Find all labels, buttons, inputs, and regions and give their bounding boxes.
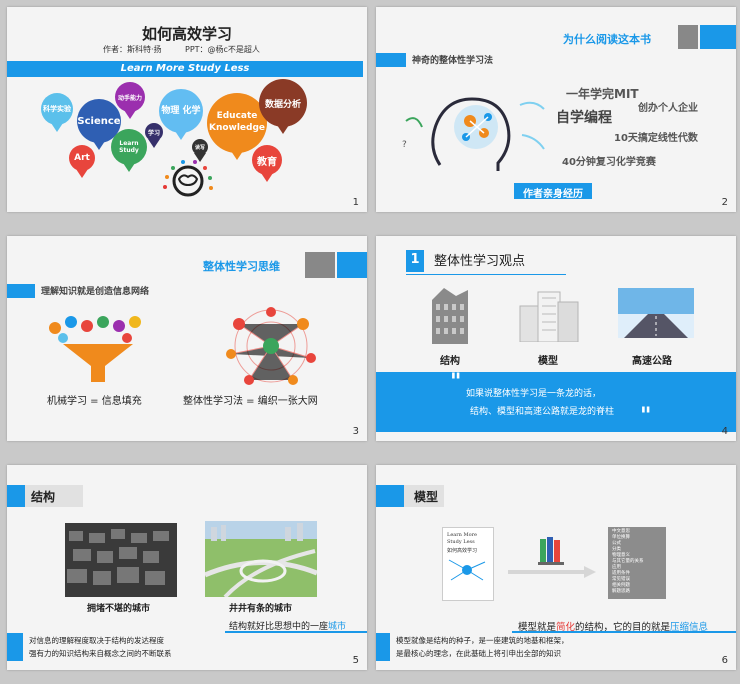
item-structure: 结构: [440, 356, 460, 367]
slide-number: 5: [352, 655, 359, 666]
banner-text: Learn More Study Less: [120, 63, 250, 74]
head-gears-illustration: ?: [402, 97, 545, 171]
slide-title: 结构: [31, 490, 56, 504]
title-accent-blue: [700, 25, 736, 49]
phrase-mit: 一年学完MIT: [566, 87, 639, 101]
bubble-educate: Educate Knowledge: [207, 93, 267, 160]
right-caption: 整体性学习法 = 编织一张大网: [183, 396, 318, 407]
funnel-icon: [49, 316, 141, 382]
bubble-physics-chemistry: 物理 化学: [159, 89, 203, 140]
quote-line-2: 结构、模型和高速公路就是龙的脊柱: [470, 407, 615, 417]
bubble-education: 教育: [252, 145, 282, 182]
book-cn-title: 如何高效学习: [447, 548, 478, 554]
slide-3[interactable]: 整体性学习思维 理解知识就是创造信息网络 机械学习 = 信息填充 整体性学习法 …: [7, 236, 367, 441]
body-marker: [376, 633, 390, 661]
right-caption: 井井有条的城市: [229, 604, 293, 614]
note-underline: [225, 631, 367, 633]
quote-open-mark: ": [450, 370, 462, 395]
arrow-right-icon: [508, 566, 596, 578]
footer-text: 作者亲身经历: [523, 189, 583, 200]
highway-icon: [618, 288, 694, 338]
model-icon: [519, 291, 579, 342]
bubble-art: Art: [69, 145, 95, 178]
bubble-data-analysis: 数据分析: [259, 79, 307, 134]
book-cover-art: [448, 559, 486, 581]
phrase-chemistry: 40分钟复习化学竞赛: [562, 157, 656, 168]
slide-title: 整体性学习思维: [203, 260, 280, 273]
slide-number: 3: [352, 426, 359, 437]
slide-number: 1: [352, 197, 359, 208]
body-line-2: 是最核心的理念，在此基础上将引申出全部的知识: [396, 649, 561, 658]
slide-number: 4: [721, 426, 728, 437]
slide-4[interactable]: 1 整体性学习观点 结构 模型 高速公路 " 如果说整体性学习是一条龙的话， 结…: [376, 236, 736, 441]
slide-1[interactable]: 如何高效学习 作者：斯科特·扬 PPT：@杨c不是超人 Learn More S…: [7, 7, 367, 212]
ppt-credit: PPT：@杨c不是超人: [185, 45, 260, 54]
body-line-1: 模型就像是结构的种子，是一座建筑的地基和框架，: [396, 636, 569, 645]
title-underline: [406, 274, 566, 275]
book-title: Learn More Study Less: [447, 532, 477, 545]
books-stack-icon: [538, 537, 564, 565]
slide-number: 6: [721, 655, 728, 666]
list-item: 解题思路: [612, 589, 630, 594]
body-line-1: 对信息的理解程度取决于结构的发达程度: [29, 636, 164, 645]
subtitle-marker: [376, 53, 406, 67]
item-highway: 高速公路: [632, 356, 672, 367]
model-list-box: 中文意思 单位换算 公式 分类 物理意义 与其它量的关系 应用 适用条件 常见错…: [608, 527, 666, 599]
network-icon: [226, 307, 316, 385]
slide-title: 模型: [414, 490, 439, 504]
slide-title: 整体性学习观点: [434, 254, 526, 269]
bubble-read-write: 读写: [192, 139, 208, 162]
slide-6[interactable]: 模型 Learn More Study Less 如何高效学习 中文意思 单位换…: [376, 465, 736, 670]
slide-title: 为什么阅读这本书: [563, 33, 651, 46]
title-marker: [376, 485, 404, 507]
left-caption: 拥堵不堪的城市: [87, 604, 151, 614]
title-marker: [7, 485, 25, 507]
caption-underline: [512, 631, 736, 633]
phrase-programming: 自学编程: [556, 110, 612, 126]
slide-subtitle: 理解知识就是创造信息网络: [41, 287, 150, 297]
item-model: 模型: [538, 356, 558, 367]
body-marker: [7, 633, 23, 661]
building-icon: [432, 288, 468, 344]
bubble-study: 学习: [145, 123, 163, 148]
bubble-science-experiment: 科学实验: [41, 93, 73, 132]
quote-close-mark: ": [640, 404, 652, 429]
index-number: 1: [410, 252, 420, 267]
left-caption: 机械学习 = 信息填充: [47, 396, 142, 407]
phrase-linear-algebra: 10天搞定线性代数: [614, 133, 698, 144]
subtitle-marker: [7, 284, 35, 298]
title-accent: [305, 252, 335, 278]
slide-title: 如何高效学习: [141, 25, 232, 43]
book-cover: Learn More Study Less 如何高效学习: [442, 527, 494, 601]
phrase-startup: 创办个人企业: [638, 103, 698, 114]
slide-5[interactable]: 结构 拥堵不堪的城市 井井有条的城市 结构就好比思想中的一座城市 对信息的理解程…: [7, 465, 367, 670]
title-accent-blue: [337, 252, 367, 278]
bubble-learn-study: Learn Study: [111, 129, 147, 172]
author: 作者：斯科特·扬: [103, 45, 162, 54]
bubble-hands-on: 动手能力: [115, 82, 145, 119]
orderly-city-photo: [205, 521, 317, 597]
congested-city-photo: [65, 523, 177, 597]
brain-head-icon: [163, 160, 213, 197]
title-accent: [678, 25, 698, 49]
quote-line-1: 如果说整体性学习是一条龙的话，: [466, 389, 602, 399]
quote-box: [376, 372, 736, 432]
svg-text:?: ?: [402, 140, 407, 150]
slide-number: 2: [721, 197, 728, 208]
slide-2[interactable]: 为什么阅读这本书 神奇的整体性学习法 ? 一年学完MIT 创办个人企业 自学编程…: [376, 7, 736, 212]
body-line-2: 强有力的知识结构来自概念之间的不断联系: [29, 649, 172, 658]
slide-subtitle: 神奇的整体性学习法: [412, 56, 494, 66]
